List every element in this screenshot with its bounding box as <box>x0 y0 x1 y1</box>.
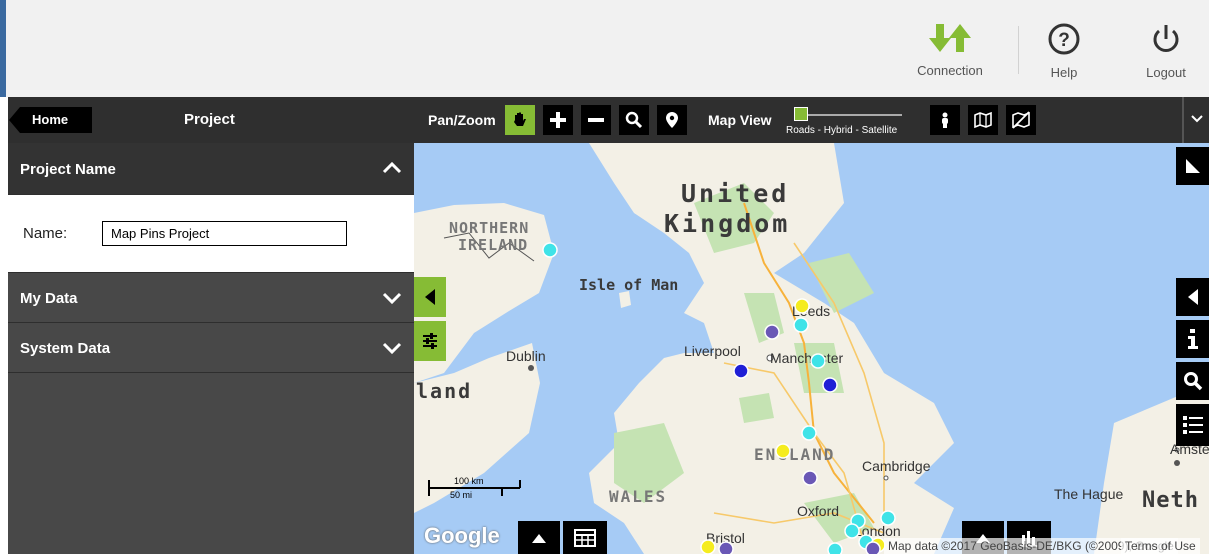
map-search-button[interactable] <box>1176 362 1209 400</box>
map-label-uk: United <box>681 179 790 208</box>
project-bar: Home Project <box>8 97 414 143</box>
scale-km-label: 100 km <box>454 476 484 486</box>
folded-map-icon <box>974 111 992 129</box>
app-header: Connection ? Help Logout <box>0 0 1209 97</box>
project-name-form: Name: <box>8 195 414 273</box>
slider-track <box>798 114 902 116</box>
help-label: Help <box>1050 65 1078 80</box>
map-label-ireland: land <box>416 379 473 403</box>
panel-title: Project <box>184 111 235 128</box>
hand-icon <box>514 112 526 126</box>
map-label-england: ENGLAND <box>754 445 836 464</box>
magnifier-icon <box>625 111 643 129</box>
magnifier-icon <box>1183 372 1202 391</box>
chevron-down-icon[interactable] <box>380 336 404 360</box>
logout-label: Logout <box>1146 65 1186 80</box>
section-title: My Data <box>20 290 78 307</box>
layer-settings-button[interactable] <box>414 321 446 361</box>
terms-of-use-link[interactable]: Terms of Use <box>1121 538 1200 554</box>
map-toolbar: Pan/Zoom Map View Roads - Hybrid - Satel… <box>414 97 1209 143</box>
home-button[interactable]: Home <box>9 107 92 133</box>
help-icon: ? <box>1048 23 1080 55</box>
city-london: London <box>854 523 901 539</box>
city-leeds: Leeds <box>792 303 831 319</box>
map-label-netherlands: Neth <box>1142 488 1199 513</box>
map-canvas[interactable]: United Kingdom NORTHERN IRELAND Isle of … <box>414 143 1209 554</box>
minus-icon <box>588 118 604 122</box>
city-bristol: Bristol <box>706 530 745 546</box>
chevron-up-icon[interactable] <box>380 156 404 180</box>
city-manchester: Manchester <box>770 350 844 366</box>
chevron-down-icon[interactable] <box>380 286 404 310</box>
slider-knob[interactable] <box>794 107 808 121</box>
map-label-isle-of-man: Isle of Man <box>579 276 679 294</box>
zoom-in-button[interactable] <box>543 105 573 135</box>
zoom-search-button[interactable] <box>619 105 649 135</box>
collapse-panel-button[interactable] <box>414 277 446 317</box>
caret-left-icon <box>425 289 435 305</box>
connection-arrows-icon <box>929 24 971 52</box>
map-view-options: Roads - Hybrid - Satellite <box>786 125 898 136</box>
caret-left-icon <box>1187 289 1198 305</box>
section-project-name[interactable]: Project Name <box>8 143 414 195</box>
plus-icon <box>550 112 566 128</box>
city-the-hague: The Hague <box>1054 486 1124 502</box>
pan-button[interactable] <box>505 105 535 135</box>
toolbar-divider <box>1182 97 1184 143</box>
corner-triangle-icon <box>1185 159 1200 173</box>
project-panel: Home Project Project Name Name: My Data … <box>8 97 414 554</box>
info-icon <box>1187 329 1198 349</box>
street-view-button[interactable] <box>930 105 960 135</box>
city-oxford: Oxford <box>797 503 840 519</box>
map-label-northern-ireland: NORTHERN <box>449 219 530 237</box>
power-icon <box>1153 25 1179 52</box>
connection-button[interactable]: Connection <box>912 22 988 78</box>
project-name-input[interactable] <box>102 221 347 246</box>
svg-text:?: ? <box>1058 30 1070 51</box>
header-divider <box>1018 26 1019 74</box>
person-icon <box>942 112 948 128</box>
map-off-icon <box>1012 111 1030 129</box>
zoom-out-button[interactable] <box>581 105 611 135</box>
map-pin-icon <box>666 112 678 128</box>
list-icon <box>1182 416 1203 434</box>
info-button[interactable] <box>1176 320 1209 358</box>
data-table-button[interactable] <box>563 521 607 554</box>
city-cambridge: Cambridge <box>862 458 931 474</box>
help-button[interactable]: ? Help <box>1038 22 1090 80</box>
scale-mi-label: 50 mi <box>450 490 473 500</box>
map-label-northern-ireland: IRELAND <box>458 236 529 254</box>
expand-table-button[interactable] <box>518 521 560 554</box>
hide-map-button[interactable] <box>1006 105 1036 135</box>
city-liverpool: Liverpool <box>684 343 741 359</box>
pan-zoom-label: Pan/Zoom <box>428 112 496 128</box>
map-view-label: Map View <box>708 112 772 128</box>
table-icon <box>574 528 596 547</box>
chevron-down-icon[interactable] <box>1188 109 1206 127</box>
map-label-wales: WALES <box>609 487 668 506</box>
sliders-icon <box>423 333 437 349</box>
fullscreen-button[interactable] <box>1176 147 1209 185</box>
section-title: Project Name <box>20 161 116 178</box>
city-dublin: Dublin <box>506 348 546 364</box>
map-label-uk: Kingdom <box>664 209 791 238</box>
map-view-slider[interactable]: Roads - Hybrid - Satellite <box>786 107 914 136</box>
section-my-data[interactable]: My Data <box>8 273 414 323</box>
connection-label: Connection <box>917 63 983 78</box>
locate-pin-button[interactable] <box>657 105 687 135</box>
expand-right-panel-button[interactable] <box>1176 278 1209 316</box>
section-system-data[interactable]: System Data <box>8 323 414 373</box>
name-label: Name: <box>23 225 68 242</box>
map-scale-bar: 100 km 50 mi <box>428 476 524 504</box>
legend-button[interactable] <box>1176 404 1209 446</box>
caret-up-icon <box>532 533 546 543</box>
section-title: System Data <box>20 340 111 357</box>
google-logo: Google <box>424 523 500 548</box>
map-layers-button[interactable] <box>968 105 998 135</box>
logout-button[interactable]: Logout <box>1136 22 1196 80</box>
